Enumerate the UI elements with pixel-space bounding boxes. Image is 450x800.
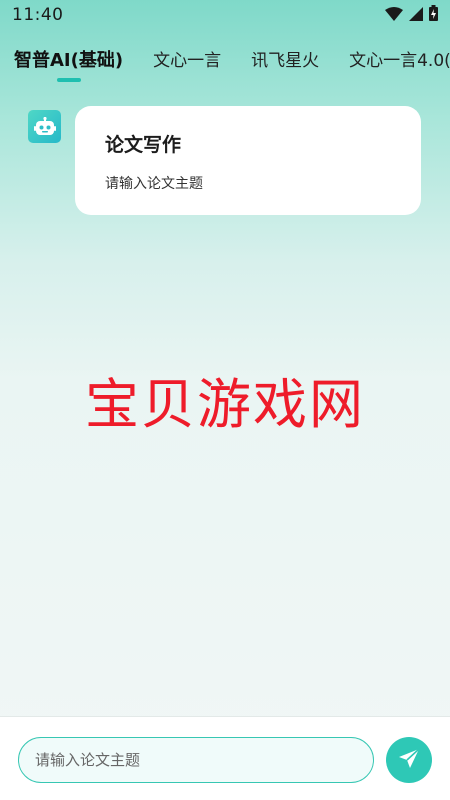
send-icon xyxy=(397,747,421,774)
tab-zhipu-ai[interactable]: 智普AI(基础) xyxy=(14,38,124,82)
signal-icon xyxy=(409,6,423,25)
tab-label: 智普AI(基础) xyxy=(14,50,124,71)
input-bar xyxy=(0,716,450,800)
robot-icon xyxy=(28,110,61,143)
bot-message-bubble: 论文写作 请输入论文主题 xyxy=(75,106,421,215)
tab-label: 讯飞星火 xyxy=(251,51,320,71)
status-time: 11:40 xyxy=(12,5,64,25)
watermark-text: 宝贝游戏网 xyxy=(85,373,365,436)
active-tab-indicator xyxy=(56,78,81,82)
tab-label: 文心一言 xyxy=(153,51,222,71)
tab-wenxin-yiyan[interactable]: 文心一言 xyxy=(153,38,221,71)
topic-input[interactable] xyxy=(18,737,374,783)
status-bar: 11:40 xyxy=(0,0,450,30)
tab-xunfei-xinghuo[interactable]: 讯飞星火 xyxy=(251,38,319,71)
message-text: 请输入论文主题 xyxy=(105,176,203,192)
model-tabs: 智普AI(基础) 文心一言 讯飞星火 文心一言4.0(V xyxy=(0,38,450,82)
wifi-icon xyxy=(385,6,403,25)
tab-wenxin-yiyan-4[interactable]: 文心一言4.0(V xyxy=(349,38,450,71)
status-icons xyxy=(385,5,438,25)
battery-icon xyxy=(429,5,438,25)
send-button[interactable] xyxy=(386,737,432,783)
tab-label: 文心一言4.0(V xyxy=(349,51,450,71)
message-title: 论文写作 xyxy=(105,134,182,156)
